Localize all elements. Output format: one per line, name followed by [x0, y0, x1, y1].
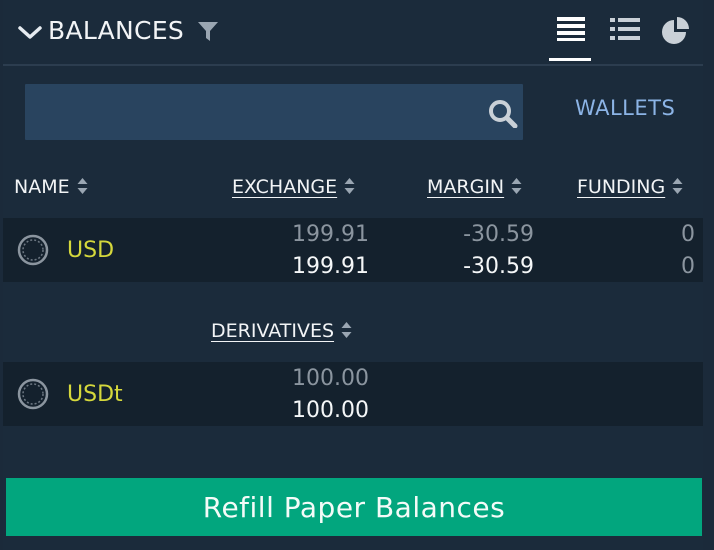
panel-title: BALANCES: [48, 16, 185, 45]
table-row: USD 199.91 199.91 -30.59 -30.59 0 0: [3, 218, 703, 282]
column-header-funding-label: FUNDING: [577, 176, 666, 198]
column-header-exchange[interactable]: EXCHANGE: [232, 176, 355, 198]
sort-icon[interactable]: [344, 177, 355, 195]
search-input[interactable]: [25, 84, 485, 140]
derivatives-total: 100.00: [292, 366, 369, 391]
coin-icon: [17, 234, 49, 266]
compact-list-icon[interactable]: [602, 12, 642, 52]
sort-icon[interactable]: [511, 177, 522, 195]
margin-total: -30.59: [463, 222, 534, 247]
column-header-derivatives-label: DERIVATIVES: [211, 320, 335, 342]
sort-icon[interactable]: [341, 321, 352, 339]
pie-chart-icon[interactable]: [653, 12, 693, 52]
table-row: USDt 100.00 100.00: [3, 362, 703, 426]
list-view-icon[interactable]: [549, 12, 589, 52]
active-view-indicator: [549, 58, 591, 61]
balances-panel: BALANCES WALLETS NAME EXCHANGE MARGIN FU…: [3, 0, 703, 550]
refill-paper-balances-button[interactable]: Refill Paper Balances: [6, 478, 702, 536]
panel-header: BALANCES: [3, 0, 703, 66]
exchange-available: 199.91: [292, 254, 369, 279]
currency-name[interactable]: USDt: [67, 382, 123, 407]
funding-available: 0: [681, 254, 695, 279]
search-box: [25, 84, 523, 140]
column-header-exchange-label: EXCHANGE: [232, 176, 338, 198]
search-icon[interactable]: [487, 98, 519, 129]
margin-available: -30.59: [463, 254, 534, 279]
sort-icon[interactable]: [77, 177, 88, 195]
derivatives-available: 100.00: [292, 398, 369, 423]
column-header-name[interactable]: NAME: [14, 176, 88, 198]
filter-icon[interactable]: [197, 20, 219, 44]
column-header-derivatives[interactable]: DERIVATIVES: [211, 320, 352, 342]
exchange-total: 199.91: [292, 222, 369, 247]
chevron-down-icon[interactable]: [17, 22, 43, 42]
sort-icon[interactable]: [672, 177, 683, 195]
column-header-margin[interactable]: MARGIN: [427, 176, 522, 198]
column-header-funding[interactable]: FUNDING: [577, 176, 683, 198]
coin-icon: [17, 378, 49, 410]
funding-total: 0: [681, 222, 695, 247]
column-header-name-label: NAME: [14, 176, 70, 198]
wallets-link[interactable]: WALLETS: [575, 96, 675, 120]
column-header-margin-label: MARGIN: [427, 176, 505, 198]
currency-name[interactable]: USD: [67, 238, 114, 263]
